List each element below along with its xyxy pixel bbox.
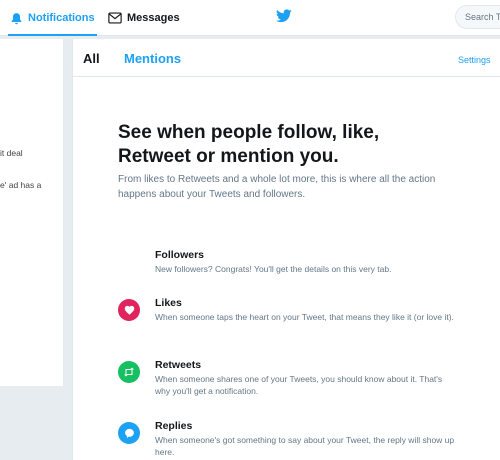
left-snippet-2: e' ad has a: [0, 180, 42, 190]
heart-icon: [118, 299, 140, 321]
envelope-icon: [108, 12, 122, 24]
settings-link[interactable]: Settings: [458, 55, 491, 65]
feature-title: Replies: [155, 420, 193, 432]
tab-mentions[interactable]: Mentions: [124, 51, 181, 66]
left-snippet-1: it deal: [0, 148, 23, 158]
feature-description: When someone taps the heart on your Twee…: [155, 312, 454, 322]
feature-description: When someone shares one of your Tweets, …: [155, 374, 443, 396]
notifications-panel: All Mentions Settings See when people fo…: [72, 39, 500, 460]
active-tab-indicator: [8, 34, 97, 36]
feature-description: New followers? Congrats! You'll get the …: [155, 264, 392, 274]
search-input[interactable]: Search Tw: [455, 5, 500, 29]
empty-state-headline: See when people follow, like, Retweet or…: [118, 122, 380, 167]
feature-title: Likes: [155, 297, 182, 309]
left-sidebar-card: it deal e' ad has a: [0, 39, 63, 386]
empty-state-description: From likes to Retweets and a whole lot m…: [118, 174, 436, 200]
feature-title: Followers: [155, 249, 205, 261]
twitter-bird-logo-icon[interactable]: [276, 9, 292, 28]
retweet-icon: [118, 361, 140, 383]
bell-icon: [10, 12, 23, 25]
nav-messages[interactable]: Messages: [108, 0, 180, 36]
reply-icon: [118, 422, 140, 444]
nav-notifications-label: Notifications: [28, 12, 95, 24]
nav-messages-label: Messages: [127, 12, 180, 24]
tab-all[interactable]: All: [83, 51, 100, 66]
feature-description: When someone's got something to say abou…: [155, 435, 455, 457]
top-navigation-bar: Notifications Messages Search Tw: [0, 0, 500, 36]
nav-notifications[interactable]: Notifications: [8, 0, 97, 36]
notifications-tabs: All Mentions Settings: [73, 39, 500, 77]
feature-title: Retweets: [155, 359, 202, 371]
